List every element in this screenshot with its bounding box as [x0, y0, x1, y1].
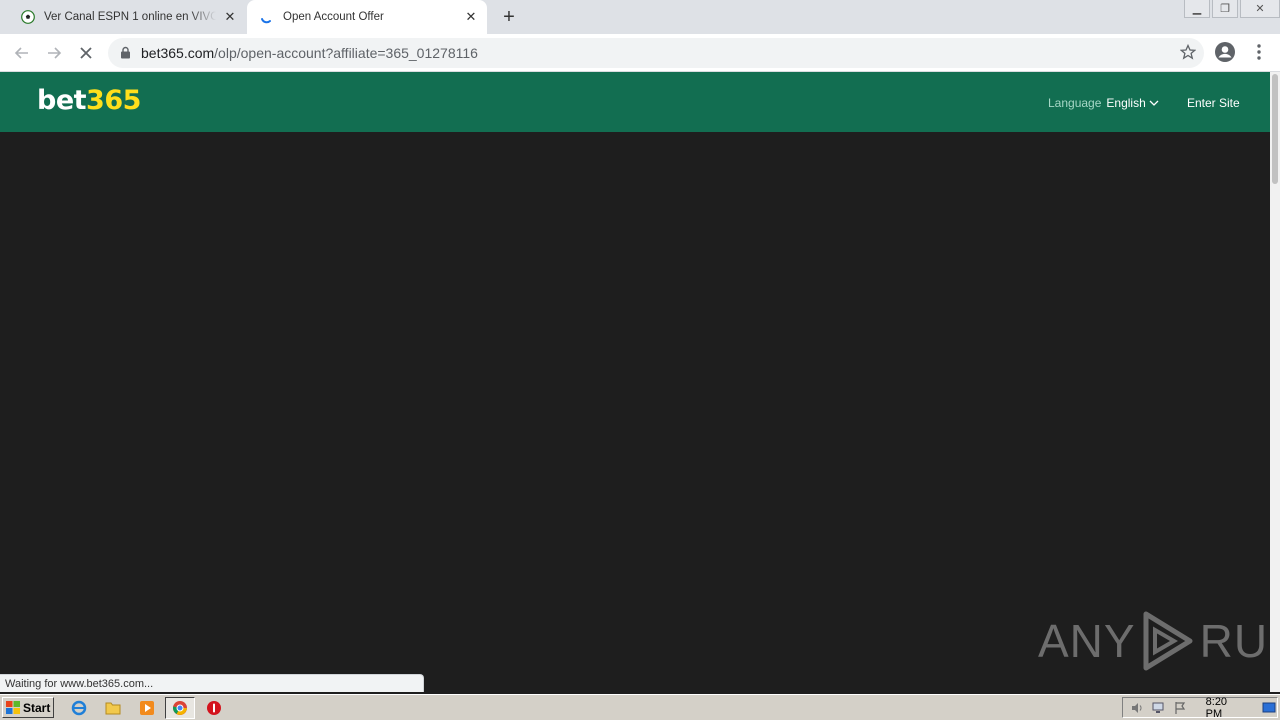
chevron-down-icon — [1149, 96, 1159, 110]
stop-loading-icon[interactable] — [74, 41, 98, 65]
folder-icon[interactable] — [104, 699, 122, 717]
scroll-thumb[interactable] — [1272, 74, 1278, 184]
opera-stop-icon[interactable] — [205, 699, 223, 717]
forward-arrow-icon[interactable] — [42, 41, 66, 65]
soccer-ball-icon — [20, 9, 36, 25]
system-tray: 8:20 PM — [1122, 696, 1278, 720]
tab-espn[interactable]: Ver Canal ESPN 1 online en VIVO y en ✕ — [8, 0, 246, 34]
watermark-left: ANY — [1038, 615, 1136, 667]
close-window-icon[interactable]: ✕ — [1240, 0, 1280, 18]
browser-toolbar: bet365.com/olp/open-account?affiliate=36… — [0, 34, 1280, 72]
close-icon[interactable]: ✕ — [222, 9, 238, 25]
back-arrow-icon[interactable] — [10, 41, 34, 65]
address-bar[interactable]: bet365.com/olp/open-account?affiliate=36… — [108, 38, 1204, 68]
anyrun-watermark: ANY RUN — [1038, 610, 1270, 672]
restore-icon[interactable]: ❐ — [1212, 0, 1238, 18]
windows-taskbar: Start 8:20 PM — [0, 694, 1280, 720]
enter-site-link[interactable]: Enter Site — [1187, 96, 1240, 110]
logo-primary: bet — [37, 85, 87, 116]
volume-icon[interactable] — [1129, 700, 1145, 716]
window-controls: ▁ ❐ ✕ — [1182, 0, 1280, 20]
tab-title: Open Account Offer — [283, 11, 384, 23]
loading-spinner-icon — [259, 9, 275, 25]
chrome-taskbar-icon[interactable] — [165, 697, 195, 719]
url-domain: bet365.com — [141, 45, 215, 61]
language-value: English — [1106, 96, 1146, 110]
kebab-menu-icon[interactable] — [1249, 41, 1269, 68]
tab-strip: Ver Canal ESPN 1 online en VIVO y en ✕ O… — [0, 0, 1280, 34]
language-selector[interactable]: Language English — [1048, 96, 1159, 110]
new-tab-button[interactable]: + — [498, 6, 520, 28]
url-text: bet365.com/olp/open-account?affiliate=36… — [141, 45, 478, 61]
watermark-right: RUN — [1199, 615, 1270, 667]
profile-avatar-icon[interactable] — [1214, 41, 1236, 68]
network-icon[interactable] — [1151, 700, 1167, 716]
tab-open-account[interactable]: Open Account Offer ✕ — [247, 0, 487, 34]
bookmark-star-icon[interactable] — [1179, 43, 1197, 65]
page-viewport: bet365 Language English Enter Site ANY R… — [0, 72, 1270, 692]
start-label: Start — [23, 700, 51, 715]
bet365-logo[interactable]: bet365 — [37, 85, 141, 116]
close-icon[interactable]: ✕ — [463, 9, 479, 25]
taskbar-clock[interactable]: 8:20 PM — [1206, 696, 1246, 720]
url-path: /olp/open-account?affiliate=365_01278116 — [214, 45, 478, 61]
lock-icon — [120, 46, 131, 64]
site-header: bet365 Language English Enter Site — [0, 72, 1270, 132]
status-bubble: Waiting for www.bet365.com... — [0, 674, 424, 692]
media-player-icon[interactable] — [138, 699, 156, 717]
tab-title: Ver Canal ESPN 1 online en VIVO y en — [44, 11, 216, 23]
start-button[interactable]: Start — [2, 697, 54, 718]
logo-accent: 365 — [86, 85, 141, 116]
minimize-icon[interactable]: ▁ — [1184, 0, 1210, 18]
play-icon — [1143, 611, 1193, 671]
internet-explorer-icon[interactable] — [70, 699, 88, 717]
language-label: Language — [1048, 96, 1102, 110]
action-center-flag-icon[interactable] — [1172, 700, 1188, 716]
windows-flag-icon — [6, 701, 20, 714]
show-desktop-icon[interactable] — [1261, 700, 1277, 716]
vertical-scrollbar[interactable] — [1270, 72, 1280, 692]
